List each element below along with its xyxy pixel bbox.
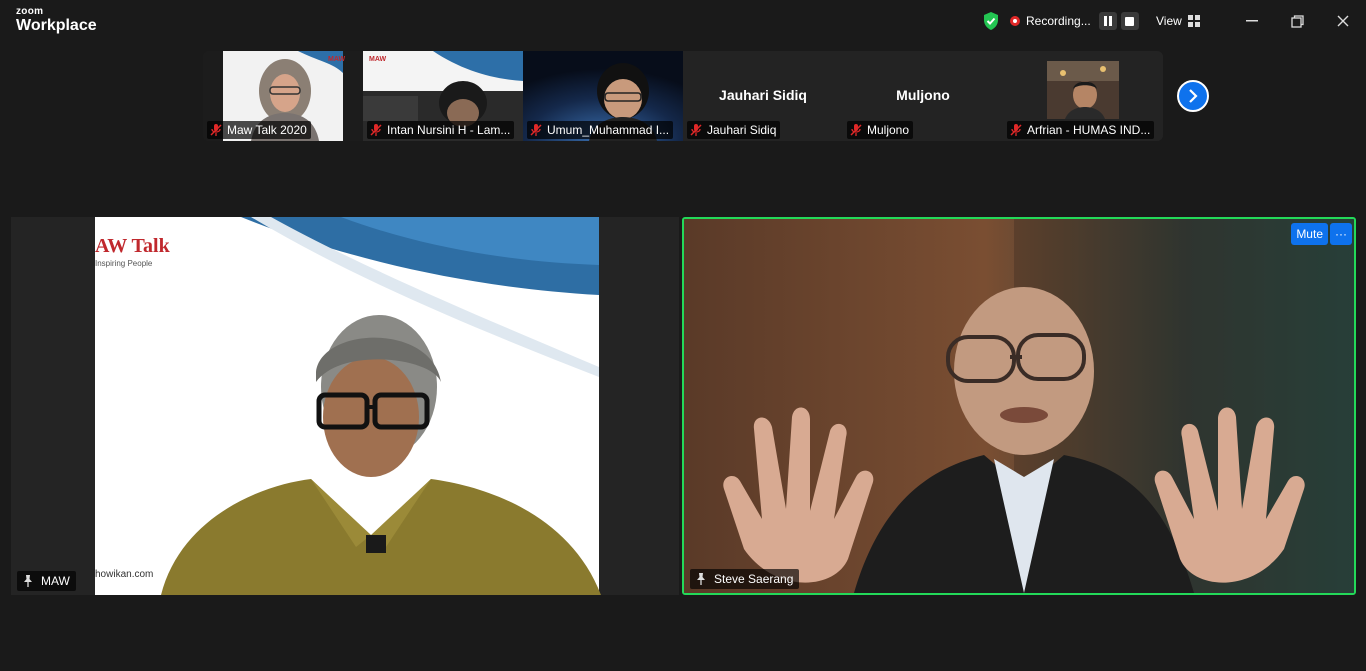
participant-name: Umum_Muhammad I... bbox=[547, 123, 670, 137]
participant-tile[interactable]: MAW Maw Talk 2020 bbox=[203, 51, 363, 141]
restore-icon bbox=[1290, 14, 1304, 28]
muted-mic-icon bbox=[850, 124, 862, 136]
video-tile-steve-saerang[interactable]: Mute ··· Steve Saerang bbox=[682, 217, 1356, 595]
minimize-button[interactable] bbox=[1242, 0, 1262, 42]
participant-strip: MAW Maw Talk 2020 MAW Intan Nursini H - … bbox=[203, 51, 1163, 141]
participant-tile[interactable]: Umum_Muhammad I... bbox=[523, 51, 683, 141]
recording-indicator: Recording... bbox=[1010, 0, 1139, 42]
recording-label: Recording... bbox=[1026, 14, 1091, 28]
more-options-button[interactable]: ··· bbox=[1330, 223, 1352, 245]
participant-tile[interactable]: Muljono Muljono bbox=[843, 51, 1003, 141]
mute-button[interactable]: Mute bbox=[1291, 223, 1328, 245]
minimize-icon bbox=[1246, 20, 1258, 22]
logo-tagline: Inspiring People bbox=[95, 259, 153, 268]
view-label: View bbox=[1156, 14, 1182, 28]
participant-name-tag: Maw Talk 2020 bbox=[207, 121, 311, 139]
record-dot-icon bbox=[1010, 16, 1020, 26]
participant-tile[interactable]: Arfrian - HUMAS IND... bbox=[1003, 51, 1163, 141]
chevron-right-icon bbox=[1189, 89, 1198, 103]
brand-small: zoom bbox=[16, 6, 44, 17]
participant-name: Jauhari Sidiq bbox=[707, 123, 777, 137]
pin-icon bbox=[24, 575, 32, 587]
muted-mic-icon bbox=[530, 124, 542, 136]
svg-text:MAW: MAW bbox=[328, 56, 346, 63]
muted-mic-icon bbox=[210, 124, 222, 136]
pause-recording-button[interactable] bbox=[1098, 12, 1117, 30]
restore-button[interactable] bbox=[1287, 0, 1307, 42]
close-icon bbox=[1337, 15, 1349, 27]
participant-name-tag: Intan Nursini H - Lam... bbox=[367, 121, 515, 139]
zoom-logo: zoom Workplace bbox=[16, 7, 97, 34]
participant-name: Intan Nursini H - Lam... bbox=[387, 123, 511, 137]
muted-mic-icon bbox=[370, 124, 382, 136]
next-page-button[interactable] bbox=[1177, 80, 1209, 112]
title-bar: zoom Workplace Recording... View bbox=[0, 0, 1366, 42]
participant-name-tag: Arfrian - HUMAS IND... bbox=[1007, 121, 1155, 139]
participant-name-tag: MAW bbox=[17, 571, 76, 591]
pin-icon bbox=[697, 573, 705, 585]
participant-tile[interactable]: Jauhari Sidiq Jauhari Sidiq bbox=[683, 51, 843, 141]
participant-video bbox=[684, 219, 1354, 593]
stop-icon bbox=[1125, 16, 1135, 26]
muted-mic-icon bbox=[1010, 124, 1022, 136]
participant-name: Maw Talk 2020 bbox=[227, 123, 307, 137]
participant-name-tag: Jauhari Sidiq bbox=[687, 121, 781, 139]
participant-name-tag: Steve Saerang bbox=[690, 569, 800, 589]
participant-name: Muljono bbox=[867, 123, 910, 137]
participant-display-name: Muljono bbox=[896, 87, 950, 103]
grid-icon bbox=[1187, 15, 1200, 27]
participant-name: Arfrian - HUMAS IND... bbox=[1027, 123, 1151, 137]
participant-tile[interactable]: MAW Intan Nursini H - Lam... bbox=[363, 51, 523, 141]
svg-text:MAW: MAW bbox=[369, 56, 387, 63]
participant-name: Steve Saerang bbox=[714, 572, 794, 586]
video-tile-maw[interactable]: AW Talk Inspiring People howikan.com MAW bbox=[11, 217, 679, 595]
encryption-shield-icon[interactable] bbox=[982, 0, 1000, 42]
brand-big: Workplace bbox=[16, 17, 97, 34]
participant-name-tag: Muljono bbox=[847, 121, 914, 139]
pause-icon bbox=[1103, 16, 1112, 26]
stop-recording-button[interactable] bbox=[1120, 12, 1139, 30]
muted-mic-icon bbox=[690, 124, 702, 136]
participant-display-name: Jauhari Sidiq bbox=[719, 87, 807, 103]
maw-talk-logo: AW Talk bbox=[95, 235, 170, 257]
participant-name-tag: Umum_Muhammad I... bbox=[527, 121, 674, 139]
view-button[interactable]: View bbox=[1156, 0, 1200, 42]
website-text: howikan.com bbox=[95, 569, 154, 580]
participant-video bbox=[95, 217, 601, 595]
participant-name: MAW bbox=[41, 574, 70, 588]
close-button[interactable] bbox=[1333, 0, 1353, 42]
